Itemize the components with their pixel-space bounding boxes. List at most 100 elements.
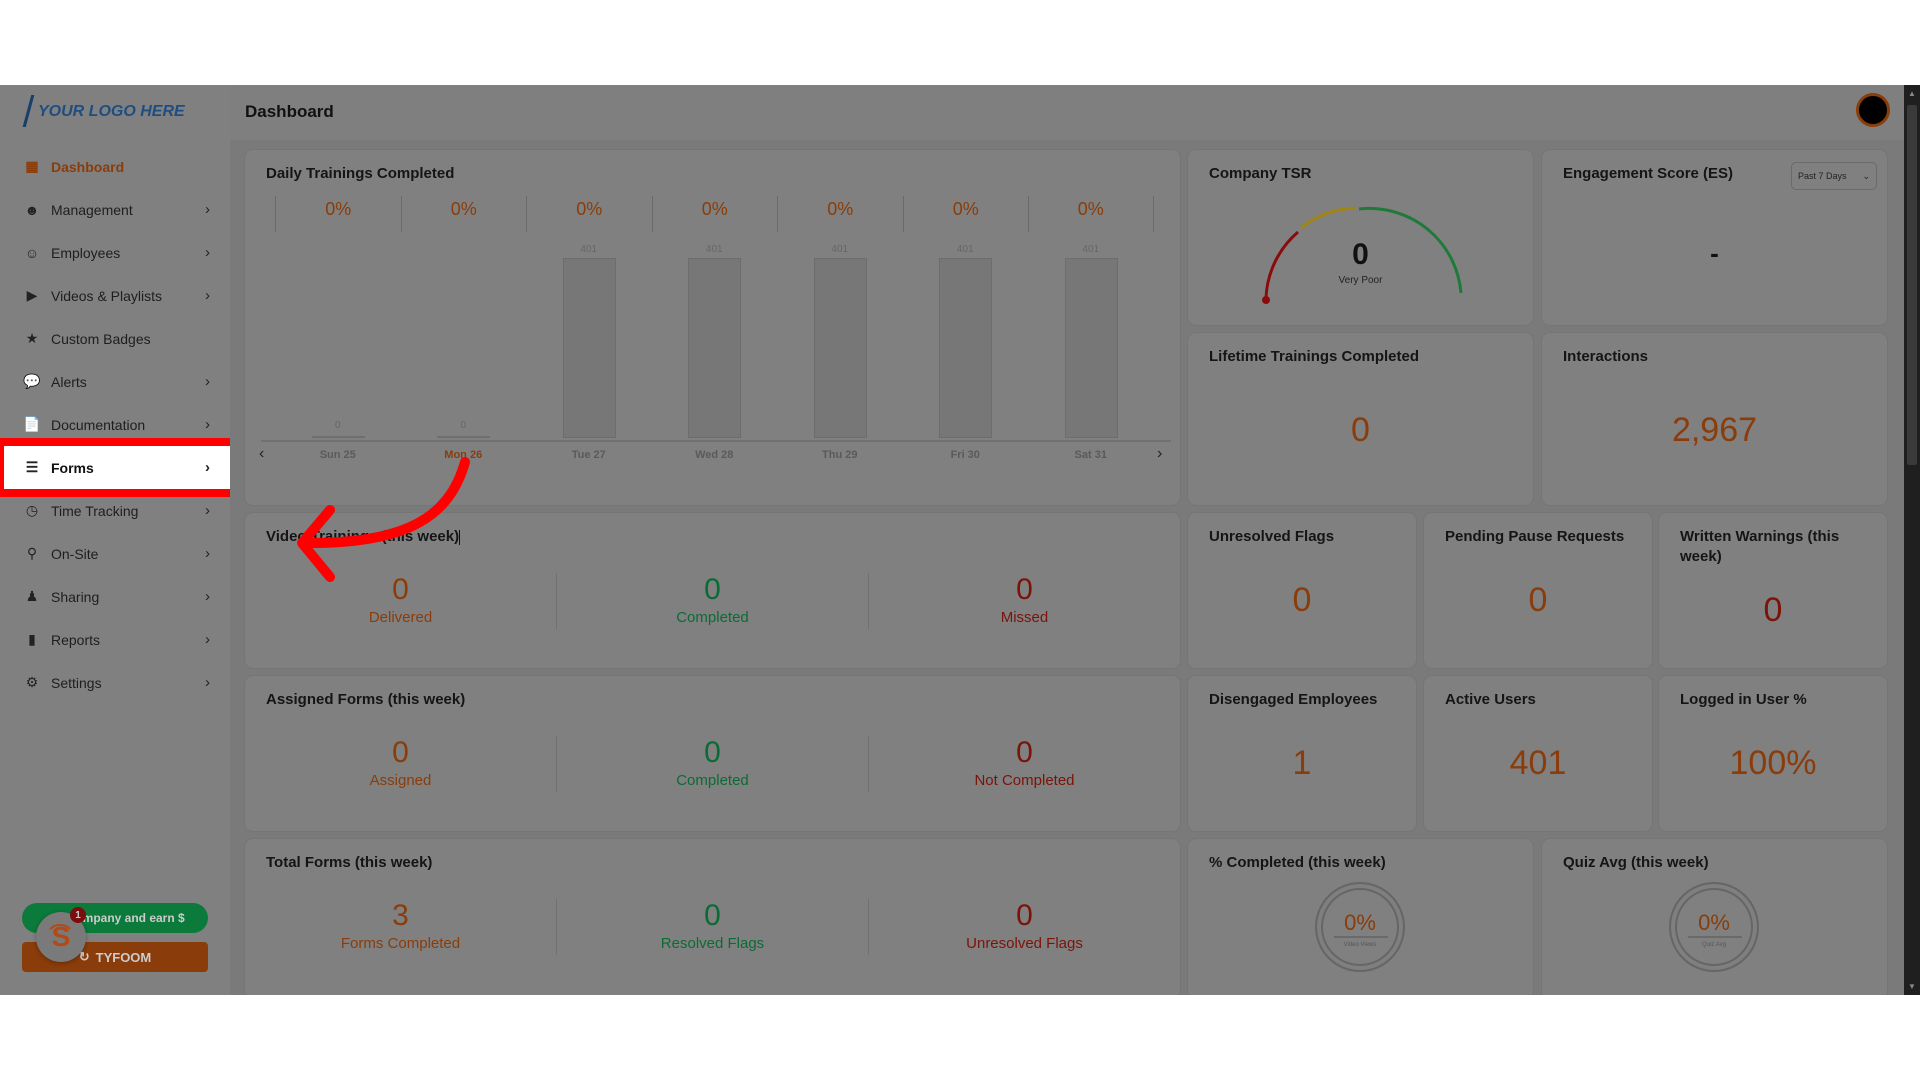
sidebar-item-label: Time Tracking [51, 502, 139, 519]
bar[interactable] [1064, 258, 1118, 438]
stat-label: Completed [676, 609, 749, 626]
daily-trainings-card: Daily Trainings Completed 0% 0% 0% 0% 0% 0% 0%… [245, 150, 1180, 505]
bar[interactable] [688, 258, 742, 438]
sidebar-item-sharing[interactable]: ♟ Sharing › [0, 575, 230, 618]
stat-label: Missed [1000, 609, 1049, 626]
card-title: Written Warnings (this week) [1680, 528, 1840, 565]
day-label: Thu 29 [822, 449, 858, 461]
bar[interactable] [562, 258, 616, 438]
card-title: Active Users [1445, 691, 1536, 708]
scrollbar-thumb[interactable] [1907, 105, 1917, 465]
stat-label: Delivered [368, 609, 433, 626]
stat-item: 0 Missed [869, 573, 1180, 629]
stat-item: 0 Assigned [245, 736, 557, 792]
sidebar: YOUR LOGO HERE ▦ Dashboard ☻ Management › ☺ Em… [0, 85, 248, 995]
total-forms-card: Total Forms (this week) 3 Forms Completed… [245, 839, 1180, 995]
logged-in-card: Logged in User % 100% [1659, 676, 1887, 831]
bar[interactable] [813, 258, 867, 438]
chevron-down-icon: ⌄ [1862, 170, 1870, 181]
management-icon: ☻ [24, 201, 40, 218]
page-scrollbar[interactable]: ▲ ▼ [1904, 85, 1920, 995]
chevron-right-icon: › [205, 287, 210, 304]
card-title: Engagement Score (ES) [1563, 165, 1734, 182]
chevron-left-icon[interactable]: ‹ [259, 445, 264, 463]
annotation-arrow-icon [297, 457, 470, 582]
sidebar-item-time-tracking[interactable]: ◷ Time Tracking › [0, 489, 230, 532]
stat-label: Forms Completed [340, 935, 461, 952]
card-title: Interactions [1563, 348, 1649, 365]
sidebar-item-employees[interactable]: ☺ Employees › [0, 231, 230, 274]
bar-value-label: 0 [334, 420, 341, 431]
range-select[interactable]: Past 7 Days ⌄ [1791, 162, 1877, 190]
card-title: Assigned Forms (this week) [266, 691, 466, 708]
card-title: Quiz Avg (this week) [1563, 854, 1709, 871]
bar[interactable] [311, 436, 365, 438]
interactions-card: Interactions 2,967 [1542, 333, 1887, 505]
bar[interactable] [939, 258, 993, 438]
logo-mark-icon [24, 95, 34, 129]
ring-value: 0% [1698, 910, 1730, 935]
share-user-icon: ♟ [25, 588, 39, 604]
chevron-right-icon: › [205, 545, 210, 562]
forms-icon: ☰ [25, 459, 39, 475]
chevron-right-icon[interactable]: › [1157, 445, 1162, 463]
day-label: Sat 31 [1074, 449, 1107, 461]
stat-value: 0 [704, 736, 721, 769]
sidebar-item-dashboard[interactable]: ▦ Dashboard [0, 145, 230, 188]
day-label: Fri 30 [950, 449, 980, 461]
sidebar-item-documentation[interactable]: 📄 Documentation › [0, 403, 230, 446]
sidebar-item-alerts[interactable]: 💬 Alerts › [0, 360, 230, 403]
pending-pause-value: 0 [1528, 581, 1548, 619]
written-warnings-card: Written Warnings (this week) 0 [1659, 513, 1887, 668]
employee-icon: ☺ [24, 244, 40, 261]
sidebar-item-custom-badges[interactable]: ★ Custom Badges [0, 317, 230, 360]
day-percent: 0% [526, 196, 652, 232]
chevron-right-icon: › [205, 588, 210, 605]
pct-completed-ring: 0% Video Views [1315, 882, 1405, 972]
stat-label: Assigned [369, 772, 432, 789]
stat-value: 3 [392, 899, 409, 932]
sidebar-item-label: Forms [51, 459, 94, 476]
lifetime-value: 0 [1351, 411, 1370, 449]
sidebar-item-settings[interactable]: ⚙ Settings › [0, 661, 230, 704]
notification-badge: 1 [70, 907, 86, 923]
sidebar-item-label: Custom Badges [51, 330, 151, 347]
logo-text: YOUR LOGO HERE [38, 103, 185, 120]
sidebar-item-reports[interactable]: ▮ Reports › [0, 618, 230, 661]
bar-value-label: 401 [580, 244, 598, 255]
ring-label: Video Views [1343, 942, 1377, 948]
company-logo[interactable]: YOUR LOGO HERE [24, 95, 185, 129]
sidebar-item-label: Employees [51, 244, 121, 261]
user-avatar[interactable] [1856, 93, 1890, 127]
engagement-score-card: Engagement Score (ES) Past 7 Days ⌄ - [1542, 150, 1887, 325]
chevron-right-icon: › [205, 201, 210, 218]
disengaged-value: 1 [1292, 744, 1312, 782]
gauge-segment-average [1300, 206, 1356, 230]
company-tsr-card: Company TSR 0 Very Poor [1188, 150, 1533, 325]
bar-value-label: 401 [705, 244, 723, 255]
day-percent: 0% [1028, 196, 1154, 232]
day-percent: 0% [400, 196, 527, 232]
scroll-down-icon[interactable]: ▼ [1908, 982, 1916, 991]
stat-value: 0 [1016, 899, 1033, 932]
bar[interactable] [437, 436, 491, 438]
sidebar-item-label: Sharing [51, 588, 100, 605]
sidebar-item-management[interactable]: ☻ Management › [0, 188, 230, 231]
chevron-right-icon: › [205, 459, 210, 476]
stat-value: 0 [704, 573, 721, 606]
sidebar-item-on-site[interactable]: ⚲ On-Site › [0, 532, 230, 575]
scroll-up-icon[interactable]: ▲ [1908, 89, 1916, 98]
chevron-right-icon: › [205, 416, 210, 433]
bar-chart-icon: ▮ [28, 631, 36, 647]
bar-value-label: 0 [460, 420, 467, 431]
stat-label: Completed [676, 772, 749, 789]
sidebar-item-forms[interactable]: ☰ Forms › [0, 438, 248, 497]
stat-label: Resolved Flags [660, 935, 765, 952]
assigned-forms-card: Assigned Forms (this week) 0 Assigned 0 Com… [245, 676, 1180, 831]
day-percent: 0% [275, 196, 401, 232]
card-title: Daily Trainings Completed [266, 165, 455, 182]
sidebar-item-videos-playlists[interactable]: ▶ Videos & Playlists › [0, 274, 230, 317]
interactions-value: 2,967 [1671, 411, 1758, 449]
stat-item: 3 Forms Completed [245, 899, 557, 955]
stat-label: Not Completed [974, 772, 1075, 789]
